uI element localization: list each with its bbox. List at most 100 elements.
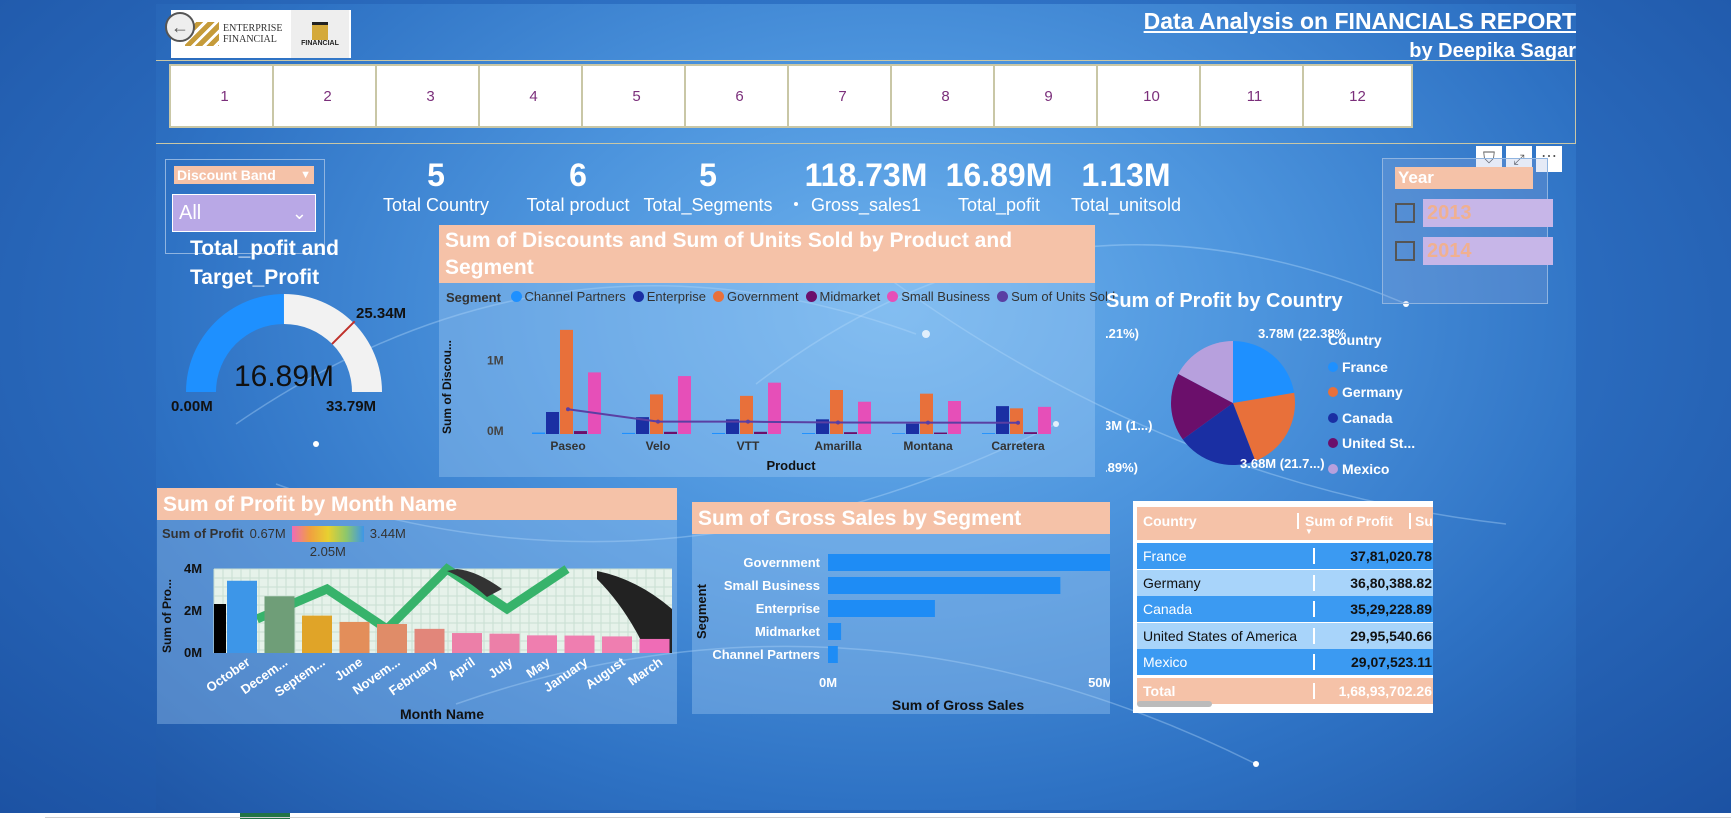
bar-midmarket[interactable] [574,431,587,434]
bar-government[interactable] [740,395,753,434]
bar-government[interactable] [560,329,573,434]
table-row[interactable]: Canada 35,29,228.89 [1137,596,1433,622]
legend-label: France [1342,358,1388,375]
bar-small-business[interactable] [1038,406,1051,434]
table-row[interactable]: United States of America 29,95,540.66 [1137,622,1433,649]
bar-government[interactable] [830,390,843,434]
page-tile-9[interactable]: 9 [993,64,1104,128]
pie-legend-item[interactable]: France [1328,354,1415,380]
segment-bar[interactable] [828,577,1061,594]
legend-label: Small Business [901,289,991,304]
bar-channel-partners[interactable] [892,433,905,434]
x-tick-label: 50M [1088,675,1110,690]
pie-legend-item[interactable]: Mexico [1328,456,1415,482]
page-tile-7[interactable]: 7 [787,64,898,128]
discount-band-header[interactable]: Discount Band ▼ [174,166,314,184]
page-tile-12[interactable]: 12 [1302,64,1413,128]
units-sold-point[interactable] [1016,420,1020,425]
month-bar[interactable] [377,624,407,653]
bar-channel-partners[interactable] [532,432,545,434]
bar-small-business[interactable] [858,401,871,434]
page-tile-2[interactable]: 2 [272,64,383,128]
page-tile-label: 5 [632,87,641,105]
month-bar[interactable] [602,636,632,653]
segment-bar[interactable] [828,646,838,663]
page-tile-8[interactable]: 8 [890,64,1001,128]
month-bar[interactable] [639,638,670,653]
discount-band-dropdown[interactable]: All ⌄ [172,194,316,232]
bar-small-business[interactable] [588,372,601,434]
legend-item[interactable]: Enterprise [632,289,706,304]
bar-enterprise[interactable] [996,406,1009,434]
month-bar[interactable] [339,621,370,653]
page-tile-10[interactable]: 10 [1096,64,1207,128]
table-header-country[interactable]: Country [1137,513,1297,529]
checkbox-icon[interactable] [1395,241,1415,261]
bar-midmarket[interactable] [844,432,857,434]
page-tile-5[interactable]: 5 [581,64,692,128]
segment-bar[interactable] [828,600,935,617]
horizontal-scrollbar[interactable] [1137,701,1212,707]
table-row[interactable]: Germany 36,80,388.82 [1137,569,1433,596]
page-tile-1[interactable]: 1 [169,64,280,128]
pie-slice[interactable] [1233,341,1295,403]
month-bar[interactable] [302,615,332,653]
month-bar[interactable] [452,633,482,653]
units-sold-point[interactable] [566,407,570,412]
legend-dot-icon [887,291,899,302]
y-tick-label: 2M [184,603,202,618]
page-tile-3[interactable]: 3 [375,64,486,128]
back-arrow-icon[interactable]: ← [165,12,195,42]
bar-midmarket[interactable] [664,431,677,434]
page-tile-4[interactable]: 4 [478,64,589,128]
combo-legend: Segment Channel Partners Enterprise Govern… [446,289,1122,305]
segment-bar[interactable] [828,554,1110,571]
page-tile-11[interactable]: 11 [1199,64,1310,128]
legend-item[interactable]: Midmarket [805,289,880,304]
bar-channel-partners[interactable] [802,433,815,434]
month-bar[interactable] [264,596,295,653]
year-option-2013[interactable]: 2013 [1395,199,1553,227]
table-row[interactable]: France 37,81,020.78 [1137,543,1433,569]
cell-profit: 35,29,228.89 [1350,601,1432,617]
checkbox-icon[interactable] [1395,203,1415,223]
page-tile-6[interactable]: 6 [684,64,795,128]
table-header-profit[interactable]: Sum of Profit ▼ [1297,513,1409,536]
bar-government[interactable] [1010,408,1023,434]
pie-legend-item[interactable]: Canada [1328,405,1415,431]
units-sold-point[interactable] [656,419,660,424]
bar-channel-partners[interactable] [982,433,995,434]
bar-channel-partners[interactable] [712,432,725,434]
month-bar[interactable] [414,628,445,653]
legend-item[interactable]: Small Business [887,289,990,304]
month-bar[interactable] [489,633,520,653]
legend-item[interactable]: Channel Partners [510,289,626,304]
year-option-2014[interactable]: 2014 [1395,237,1553,265]
legend-item[interactable]: Government [712,289,799,304]
bar-enterprise[interactable] [546,412,559,434]
bar-government[interactable] [920,393,933,434]
bar-channel-partners[interactable] [622,432,635,434]
bar-midmarket[interactable] [754,431,767,434]
units-sold-point[interactable] [926,420,930,425]
bar-midmarket[interactable] [934,432,947,434]
bar-small-business[interactable] [678,376,691,434]
units-sold-point[interactable] [746,419,750,424]
bar-enterprise[interactable] [906,423,919,434]
bar-government[interactable] [650,394,663,434]
segment-bar[interactable] [828,623,842,640]
pie-legend-item[interactable]: United St... [1328,431,1415,457]
month-bar[interactable] [527,635,557,653]
table-row[interactable]: Mexico 29,07,523.11 [1137,649,1433,675]
x-tick-label: Amarilla [814,439,862,453]
month-bar[interactable] [227,580,257,653]
pie-legend-item[interactable]: Germany [1328,380,1415,406]
legend-item[interactable]: Sum of Units Sold [997,289,1115,304]
bar-small-business[interactable] [768,382,781,434]
month-bar[interactable] [564,635,595,653]
profit-gauge: 16.89M 0.00M 33.79M 25.34M [171,294,406,415]
pie-data-label: 3.68M (21.7...) [1240,456,1325,471]
units-sold-point[interactable] [836,420,840,425]
bar-small-business[interactable] [948,401,961,434]
bar-midmarket[interactable] [1024,432,1037,434]
